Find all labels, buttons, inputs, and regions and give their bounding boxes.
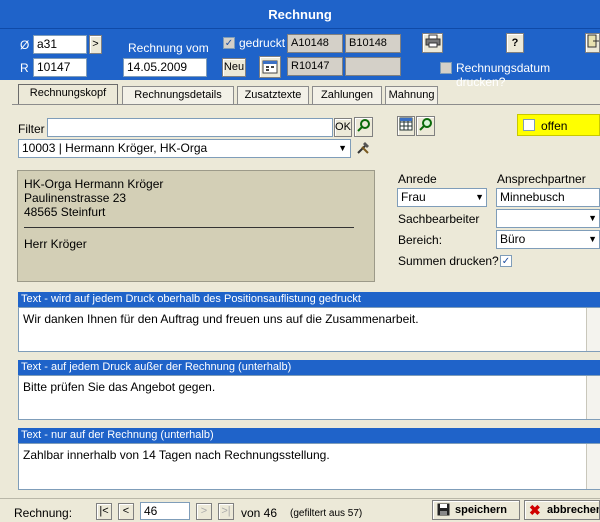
bereich-value: Büro [500,232,526,246]
ansprechpartner-input[interactable]: Minnebusch [496,188,600,207]
anrede-label: Anrede [398,172,437,186]
filter-label: Filter [18,122,45,136]
chevron-down-icon: ▼ [588,234,597,244]
address-line: Paulinenstrasse 23 [24,191,127,205]
ref-b-field: B10148 [345,34,401,53]
summen-label: Summen drucken? [398,254,499,268]
datum-drucken-checkbox[interactable] [440,62,452,74]
nav-current-input[interactable]: 46 [140,502,190,520]
save-label: speichern [455,504,507,516]
ansprechpartner-label: Ansprechpartner [497,172,586,186]
sachbearbeiter-select[interactable]: ▼ [496,209,600,228]
filter-ok-button[interactable]: OK [334,118,352,137]
rechnung-vom-label: Rechnung vom [128,41,209,55]
neu-button[interactable]: Neu [222,58,246,77]
calendar-icon[interactable] [259,56,281,78]
nav-last-button[interactable]: >| [218,503,234,520]
tab-rechnungskopf[interactable]: Rechnungskopf [18,84,118,105]
text-rechnung-textarea[interactable]: Zahlbar innerhalb von 14 Tagen nach Rech… [18,443,600,490]
anrede-select[interactable]: Frau ▼ [397,188,487,207]
text-unterhalb-textarea[interactable]: Bitte prüfen Sie das Angebot gegen. [18,375,600,420]
datum-drucken-label: Rechnungsdatum drucken? [456,61,551,89]
zoom-icon[interactable] [416,116,435,136]
scrollbar[interactable] [586,376,600,419]
exit-icon[interactable] [585,33,600,53]
r-label: R [20,61,29,75]
cancel-button[interactable]: ✖ abbrechen [524,500,600,520]
text-section-title: Text - wird auf jedem Druck oberhalb des… [18,292,600,307]
help-button[interactable]: ? [506,33,524,53]
bereich-label: Bereich: [398,233,443,247]
o-input[interactable]: a31 [33,35,87,54]
scrollbar[interactable] [586,308,600,351]
filter-input[interactable] [47,118,333,137]
customer-select-value: 10003 | Hermann Kröger, HK-Orga [22,141,208,155]
nav-filtered-text: (gefiltert aus 57) [290,508,363,519]
bereich-select[interactable]: Büro ▼ [496,230,600,249]
ref-a-field: A10148 [287,34,343,53]
r-input[interactable]: 10147 [33,58,87,77]
anrede-value: Frau [401,190,426,204]
print-icon[interactable] [422,33,443,53]
gedruckt-checkbox[interactable]: ✓ [223,37,235,49]
address-divider [24,227,354,228]
tab-mahnung[interactable]: Mahnung [385,86,438,104]
chevron-down-icon: ▼ [338,143,347,153]
gedruckt-label: gedruckt [239,36,286,50]
o-lookup-button[interactable]: > [89,35,102,54]
text-oberhalb-textarea[interactable]: Wir danken Ihnen für den Auftrag und fre… [18,307,600,352]
sachbearbeiter-label: Sachbearbeiter [398,212,480,226]
nav-first-button[interactable]: |< [96,503,112,520]
customer-select[interactable]: 10003 | Hermann Kröger, HK-Orga ▼ [18,139,351,158]
nav-label: Rechnung: [14,506,73,520]
address-line: 48565 Steinfurt [24,205,106,219]
nav-prev-button[interactable]: < [118,503,134,520]
address-block: HK-Orga Hermann Kröger Paulinenstrasse 2… [17,170,375,282]
close-icon: ✖ [529,502,541,518]
tools-icon[interactable] [354,139,373,158]
ref-empty-field [345,57,401,76]
tab-zusatztexte[interactable]: Zusatztexte [237,86,309,104]
scrollbar[interactable] [586,444,600,489]
offen-checkbox[interactable] [523,119,535,131]
text-section-title: Text - auf jedem Druck außer der Rechnun… [18,360,600,375]
nav-of-text: von 46 [241,506,278,520]
chevron-down-icon: ▼ [475,192,484,202]
cancel-label: abbrechen [547,504,600,516]
address-salutation: Herr Kröger [24,237,87,251]
tab-rechnungsdetails[interactable]: Rechnungsdetails [122,86,234,104]
o-label: Ø [20,38,30,52]
chevron-down-icon: ▼ [588,213,597,223]
grid-icon[interactable] [397,116,415,136]
tab-zahlungen[interactable]: Zahlungen [312,86,382,104]
text-section-title: Text - nur auf der Rechnung (unterhalb) [18,428,600,443]
address-line: HK-Orga Hermann Kröger [24,177,164,191]
floppy-icon [437,503,450,522]
tab-divider [12,104,600,105]
ref-r-field: R10147 [287,57,343,76]
nav-next-button[interactable]: > [196,503,212,520]
rechnung-vom-input[interactable]: 14.05.2009 [123,58,207,77]
save-button[interactable]: speichern [432,500,520,520]
window-title: Rechnung [0,0,600,29]
search-icon[interactable] [354,117,373,137]
summen-checkbox[interactable]: ✓ [500,255,512,267]
offen-label: offen [541,119,568,133]
